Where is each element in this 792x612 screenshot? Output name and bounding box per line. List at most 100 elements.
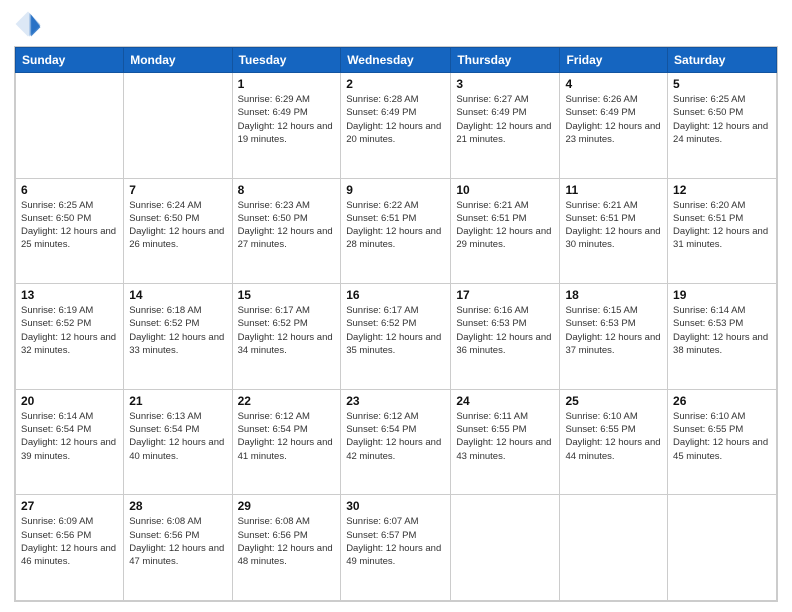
day-info: Sunrise: 6:21 AMSunset: 6:51 PMDaylight:…: [565, 199, 662, 252]
day-number: 17: [456, 288, 554, 302]
day-number: 20: [21, 394, 118, 408]
calendar-cell: 22 Sunrise: 6:12 AMSunset: 6:54 PMDaylig…: [232, 389, 341, 495]
calendar-cell: 16 Sunrise: 6:17 AMSunset: 6:52 PMDaylig…: [341, 284, 451, 390]
day-info: Sunrise: 6:22 AMSunset: 6:51 PMDaylight:…: [346, 199, 445, 252]
logo: [14, 10, 46, 38]
day-info: Sunrise: 6:12 AMSunset: 6:54 PMDaylight:…: [346, 410, 445, 463]
day-number: 3: [456, 77, 554, 91]
day-info: Sunrise: 6:23 AMSunset: 6:50 PMDaylight:…: [238, 199, 336, 252]
calendar-cell: [560, 495, 668, 601]
day-info: Sunrise: 6:20 AMSunset: 6:51 PMDaylight:…: [673, 199, 771, 252]
day-number: 30: [346, 499, 445, 513]
day-number: 16: [346, 288, 445, 302]
calendar-cell: 26 Sunrise: 6:10 AMSunset: 6:55 PMDaylig…: [668, 389, 777, 495]
day-number: 7: [129, 183, 226, 197]
calendar-cell: 5 Sunrise: 6:25 AMSunset: 6:50 PMDayligh…: [668, 73, 777, 179]
day-info: Sunrise: 6:21 AMSunset: 6:51 PMDaylight:…: [456, 199, 554, 252]
calendar-cell: 29 Sunrise: 6:08 AMSunset: 6:56 PMDaylig…: [232, 495, 341, 601]
day-number: 13: [21, 288, 118, 302]
day-number: 19: [673, 288, 771, 302]
day-info: Sunrise: 6:10 AMSunset: 6:55 PMDaylight:…: [673, 410, 771, 463]
weekday-header-friday: Friday: [560, 48, 668, 73]
calendar-cell: 11 Sunrise: 6:21 AMSunset: 6:51 PMDaylig…: [560, 178, 668, 284]
day-info: Sunrise: 6:29 AMSunset: 6:49 PMDaylight:…: [238, 93, 336, 146]
day-info: Sunrise: 6:25 AMSunset: 6:50 PMDaylight:…: [21, 199, 118, 252]
calendar-cell: 6 Sunrise: 6:25 AMSunset: 6:50 PMDayligh…: [16, 178, 124, 284]
day-number: 2: [346, 77, 445, 91]
day-info: Sunrise: 6:12 AMSunset: 6:54 PMDaylight:…: [238, 410, 336, 463]
day-info: Sunrise: 6:18 AMSunset: 6:52 PMDaylight:…: [129, 304, 226, 357]
calendar-cell: 13 Sunrise: 6:19 AMSunset: 6:52 PMDaylig…: [16, 284, 124, 390]
day-info: Sunrise: 6:17 AMSunset: 6:52 PMDaylight:…: [346, 304, 445, 357]
day-number: 1: [238, 77, 336, 91]
calendar-cell: [16, 73, 124, 179]
calendar-cell: 4 Sunrise: 6:26 AMSunset: 6:49 PMDayligh…: [560, 73, 668, 179]
calendar: SundayMondayTuesdayWednesdayThursdayFrid…: [14, 46, 778, 602]
day-info: Sunrise: 6:13 AMSunset: 6:54 PMDaylight:…: [129, 410, 226, 463]
calendar-cell: [668, 495, 777, 601]
calendar-cell: 21 Sunrise: 6:13 AMSunset: 6:54 PMDaylig…: [124, 389, 232, 495]
day-number: 27: [21, 499, 118, 513]
day-info: Sunrise: 6:24 AMSunset: 6:50 PMDaylight:…: [129, 199, 226, 252]
logo-icon: [14, 10, 42, 38]
day-info: Sunrise: 6:09 AMSunset: 6:56 PMDaylight:…: [21, 515, 118, 568]
calendar-cell: 20 Sunrise: 6:14 AMSunset: 6:54 PMDaylig…: [16, 389, 124, 495]
day-number: 9: [346, 183, 445, 197]
calendar-cell: 27 Sunrise: 6:09 AMSunset: 6:56 PMDaylig…: [16, 495, 124, 601]
day-info: Sunrise: 6:17 AMSunset: 6:52 PMDaylight:…: [238, 304, 336, 357]
day-number: 29: [238, 499, 336, 513]
week-row-5: 27 Sunrise: 6:09 AMSunset: 6:56 PMDaylig…: [16, 495, 777, 601]
weekday-header-tuesday: Tuesday: [232, 48, 341, 73]
calendar-body: 1 Sunrise: 6:29 AMSunset: 6:49 PMDayligh…: [16, 73, 777, 601]
calendar-cell: 24 Sunrise: 6:11 AMSunset: 6:55 PMDaylig…: [451, 389, 560, 495]
day-info: Sunrise: 6:11 AMSunset: 6:55 PMDaylight:…: [456, 410, 554, 463]
day-number: 26: [673, 394, 771, 408]
day-number: 28: [129, 499, 226, 513]
calendar-cell: 28 Sunrise: 6:08 AMSunset: 6:56 PMDaylig…: [124, 495, 232, 601]
day-number: 8: [238, 183, 336, 197]
day-number: 4: [565, 77, 662, 91]
weekday-header-sunday: Sunday: [16, 48, 124, 73]
day-number: 25: [565, 394, 662, 408]
weekday-header-thursday: Thursday: [451, 48, 560, 73]
day-info: Sunrise: 6:16 AMSunset: 6:53 PMDaylight:…: [456, 304, 554, 357]
calendar-cell: 8 Sunrise: 6:23 AMSunset: 6:50 PMDayligh…: [232, 178, 341, 284]
calendar-table: SundayMondayTuesdayWednesdayThursdayFrid…: [15, 47, 777, 601]
calendar-cell: 25 Sunrise: 6:10 AMSunset: 6:55 PMDaylig…: [560, 389, 668, 495]
day-info: Sunrise: 6:14 AMSunset: 6:54 PMDaylight:…: [21, 410, 118, 463]
week-row-1: 1 Sunrise: 6:29 AMSunset: 6:49 PMDayligh…: [16, 73, 777, 179]
day-number: 18: [565, 288, 662, 302]
day-info: Sunrise: 6:08 AMSunset: 6:56 PMDaylight:…: [238, 515, 336, 568]
calendar-cell: 19 Sunrise: 6:14 AMSunset: 6:53 PMDaylig…: [668, 284, 777, 390]
day-number: 5: [673, 77, 771, 91]
day-number: 14: [129, 288, 226, 302]
calendar-cell: 7 Sunrise: 6:24 AMSunset: 6:50 PMDayligh…: [124, 178, 232, 284]
calendar-cell: 30 Sunrise: 6:07 AMSunset: 6:57 PMDaylig…: [341, 495, 451, 601]
day-info: Sunrise: 6:27 AMSunset: 6:49 PMDaylight:…: [456, 93, 554, 146]
calendar-cell: [124, 73, 232, 179]
calendar-cell: [451, 495, 560, 601]
day-info: Sunrise: 6:08 AMSunset: 6:56 PMDaylight:…: [129, 515, 226, 568]
week-row-4: 20 Sunrise: 6:14 AMSunset: 6:54 PMDaylig…: [16, 389, 777, 495]
day-info: Sunrise: 6:25 AMSunset: 6:50 PMDaylight:…: [673, 93, 771, 146]
day-info: Sunrise: 6:14 AMSunset: 6:53 PMDaylight:…: [673, 304, 771, 357]
calendar-cell: 15 Sunrise: 6:17 AMSunset: 6:52 PMDaylig…: [232, 284, 341, 390]
calendar-cell: 2 Sunrise: 6:28 AMSunset: 6:49 PMDayligh…: [341, 73, 451, 179]
calendar-cell: 14 Sunrise: 6:18 AMSunset: 6:52 PMDaylig…: [124, 284, 232, 390]
day-number: 11: [565, 183, 662, 197]
day-number: 21: [129, 394, 226, 408]
day-number: 23: [346, 394, 445, 408]
day-number: 22: [238, 394, 336, 408]
weekday-header-saturday: Saturday: [668, 48, 777, 73]
weekday-header-wednesday: Wednesday: [341, 48, 451, 73]
calendar-cell: 18 Sunrise: 6:15 AMSunset: 6:53 PMDaylig…: [560, 284, 668, 390]
day-number: 15: [238, 288, 336, 302]
day-info: Sunrise: 6:07 AMSunset: 6:57 PMDaylight:…: [346, 515, 445, 568]
page: SundayMondayTuesdayWednesdayThursdayFrid…: [0, 0, 792, 612]
day-number: 10: [456, 183, 554, 197]
day-info: Sunrise: 6:26 AMSunset: 6:49 PMDaylight:…: [565, 93, 662, 146]
calendar-header: SundayMondayTuesdayWednesdayThursdayFrid…: [16, 48, 777, 73]
week-row-3: 13 Sunrise: 6:19 AMSunset: 6:52 PMDaylig…: [16, 284, 777, 390]
header: [14, 10, 778, 38]
calendar-cell: 3 Sunrise: 6:27 AMSunset: 6:49 PMDayligh…: [451, 73, 560, 179]
